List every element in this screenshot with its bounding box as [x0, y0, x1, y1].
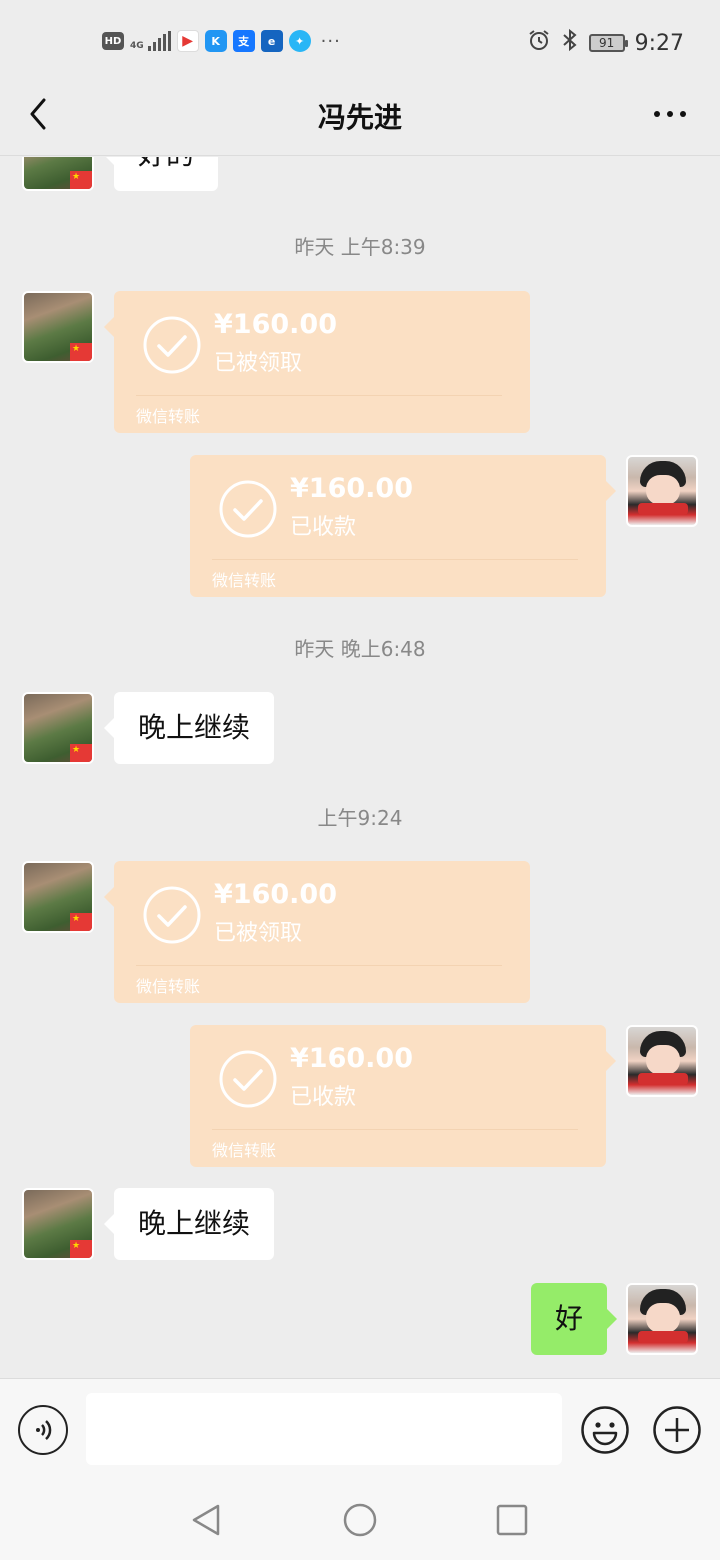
transfer-card[interactable]: ¥160.00 已收款 微信转账 — [190, 455, 616, 597]
check-circle-icon — [143, 316, 201, 374]
message-input[interactable] — [86, 1393, 562, 1465]
transfer-divider — [136, 965, 502, 966]
transfer-amount: ¥160.00 — [290, 1043, 413, 1074]
voice-wave-icon — [36, 1420, 52, 1440]
transfer-status: 已被领取 — [214, 921, 303, 946]
peer-avatar[interactable]: ★ — [22, 1188, 94, 1260]
check-circle-icon — [219, 1050, 277, 1108]
transfer-divider — [136, 395, 502, 396]
message-row: ¥160.00 已收款 微信转账 — [0, 455, 720, 597]
alipay-icon: 支 — [232, 30, 255, 52]
transfer-label: 微信转账 — [212, 1141, 277, 1160]
system-nav-bar — [0, 1480, 720, 1560]
battery-indicator: 91 — [588, 34, 628, 52]
transfer-amount: ¥160.00 — [214, 309, 337, 340]
message-row: ★ 好的 — [0, 157, 720, 191]
transfer-divider — [212, 1129, 578, 1130]
hd-badge: HD — [102, 32, 124, 50]
transfer-divider — [212, 559, 578, 560]
alarm-icon — [527, 28, 551, 58]
transfer-status: 已收款 — [290, 1085, 357, 1110]
more-notifications-icon: ··· — [320, 30, 341, 52]
timestamp: 昨天 晚上6:48 — [294, 637, 426, 661]
nav-recent-apps-icon[interactable] — [494, 1502, 530, 1538]
more-actions-button[interactable] — [652, 1405, 702, 1455]
transfer-label: 微信转账 — [136, 407, 201, 426]
peer-avatar[interactable]: ★ — [22, 291, 94, 363]
smiley-icon — [581, 1406, 629, 1454]
clock: 9:27 — [634, 30, 684, 56]
input-bar — [0, 1378, 720, 1480]
text-bubble[interactable]: 晚上继续 — [103, 1188, 275, 1260]
my-avatar[interactable] — [626, 455, 698, 527]
transfer-label: 微信转账 — [212, 571, 277, 590]
transfer-label: 微信转账 — [136, 977, 201, 996]
app-icon-4: e — [260, 30, 283, 52]
more-options-button[interactable] — [650, 94, 690, 134]
my-avatar[interactable] — [626, 1025, 698, 1097]
check-circle-icon — [143, 886, 201, 944]
message-row: ★ ¥160.00 已被领取 微信转账 — [0, 291, 720, 433]
peer-avatar[interactable]: ★ — [22, 692, 94, 764]
app-icon-1: ▶ — [176, 30, 199, 52]
timestamp: 昨天 上午8:39 — [294, 235, 426, 259]
nav-back-icon[interactable] — [188, 1502, 224, 1538]
transfer-status: 已收款 — [290, 515, 357, 540]
own-text-bubble[interactable]: 好 — [531, 1283, 618, 1355]
message-row: ¥160.00 已收款 微信转账 — [0, 1025, 720, 1167]
message-row: ★ 晚上继续 — [0, 692, 720, 764]
chat-header: 冯先进 — [0, 80, 720, 156]
more-dots-icon — [654, 111, 686, 117]
voice-input-button[interactable] — [18, 1405, 68, 1455]
plus-circle-icon — [653, 1406, 701, 1454]
transfer-amount: ¥160.00 — [214, 879, 337, 910]
transfer-status: 已被领取 — [214, 351, 303, 376]
timestamp: 上午9:24 — [317, 806, 403, 830]
transfer-card[interactable]: ¥160.00 已被领取 微信转账 — [104, 291, 530, 433]
status-bar: HD 4G ▶ K 支 e ✦ ··· 91 9:27 — [0, 0, 720, 80]
chat-title: 冯先进 — [317, 101, 402, 134]
message-row: ★ 晚上继续 — [0, 1188, 720, 1260]
status-right: 91 9:27 — [527, 28, 684, 58]
message-row: 好 — [0, 1283, 720, 1355]
peer-avatar[interactable]: ★ — [22, 861, 94, 933]
peer-avatar[interactable]: ★ — [22, 157, 94, 191]
nav-home-icon[interactable] — [342, 1502, 378, 1538]
signal-4g-icon: 4G — [130, 31, 171, 51]
transfer-amount: ¥160.00 — [290, 473, 413, 504]
my-avatar[interactable] — [626, 1283, 698, 1355]
message-list[interactable]: ★ 好的 昨天 上午8:39 ★ ¥160.00 已被领取 微信转账 ¥160.… — [0, 157, 720, 1378]
text-bubble[interactable]: 晚上继续 — [103, 692, 275, 764]
text-bubble[interactable]: 好的 — [103, 157, 219, 191]
message-row: ★ ¥160.00 已被领取 微信转账 — [0, 861, 720, 1003]
status-left-icons: HD 4G ▶ K 支 e ✦ ··· — [102, 30, 341, 52]
app-icon-5: ✦ — [288, 30, 311, 52]
app-icon-k: K — [204, 30, 227, 52]
check-circle-icon — [219, 480, 277, 538]
emoji-button[interactable] — [580, 1405, 630, 1455]
network-type-label: 4G — [130, 41, 144, 51]
transfer-card[interactable]: ¥160.00 已收款 微信转账 — [190, 1025, 616, 1167]
bluetooth-icon — [561, 28, 579, 58]
transfer-card[interactable]: ¥160.00 已被领取 微信转账 — [104, 861, 530, 1003]
